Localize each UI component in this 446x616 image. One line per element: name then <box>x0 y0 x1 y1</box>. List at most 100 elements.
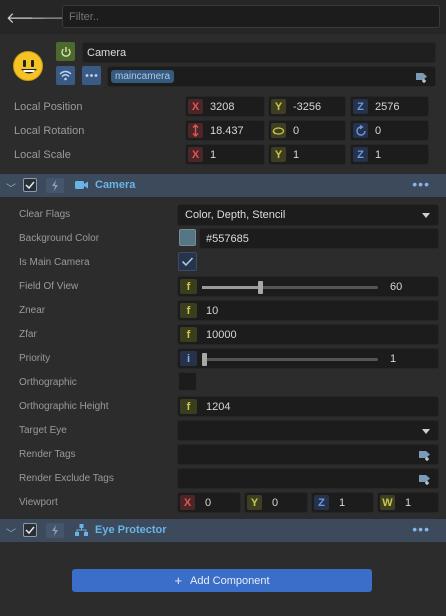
viewport-y-value: 0 <box>272 497 279 509</box>
render-tags-label: Render Tags <box>19 449 76 460</box>
camera-component-header[interactable]: ﹀ Camera ••• <box>0 174 446 197</box>
target-eye-label: Target Eye <box>19 425 67 436</box>
axis-w-badge: W <box>380 495 395 510</box>
axis-x-badge: X <box>188 147 203 162</box>
ortho-height-value: 1204 <box>206 401 231 413</box>
toolbar: 🡐 🡒 <box>0 0 446 34</box>
is-main-camera-checkbox[interactable] <box>178 252 197 271</box>
more-dots-icon <box>85 74 98 77</box>
fov-value: 60 <box>390 281 403 293</box>
scale-x-field[interactable]: X1 <box>185 144 265 165</box>
fov-slider-track[interactable] <box>202 281 378 294</box>
background-color-field[interactable]: #557685 <box>199 228 439 249</box>
camera-section-title: Camera <box>95 179 136 191</box>
camera-enabled-checkbox[interactable] <box>23 178 37 192</box>
float-badge: f <box>180 399 197 414</box>
znear-value: 10 <box>206 305 219 317</box>
chevron-down-icon[interactable]: ﹀ <box>6 180 16 195</box>
axis-z-badge: Z <box>353 147 368 162</box>
priority-label: Priority <box>19 353 51 364</box>
priority-value: 1 <box>390 353 397 365</box>
clear-flags-select[interactable]: Color, Depth, Stencil <box>177 204 439 226</box>
render-tags-field[interactable] <box>177 444 439 465</box>
more-options-icon[interactable]: ••• <box>412 176 430 192</box>
tag-add-icon[interactable] <box>418 472 432 485</box>
rotation-y-field[interactable]: 0 <box>268 120 346 141</box>
ortho-height-field[interactable]: f 1204 <box>177 396 439 417</box>
float-badge: f <box>180 327 197 342</box>
rotation-x-field[interactable]: 18.437 <box>185 120 265 141</box>
eye-protector-enabled-checkbox[interactable] <box>23 523 37 537</box>
rotation-y-value: 0 <box>293 125 300 137</box>
axis-y-badge: Y <box>271 99 286 114</box>
axis-z-badge: Z <box>353 99 368 114</box>
node-name-field[interactable]: Camera <box>82 42 436 63</box>
clear-flags-value: Color, Depth, Stencil <box>185 209 286 221</box>
layer-button[interactable] <box>56 66 75 85</box>
is-main-camera-label: Is Main Camera <box>19 257 90 268</box>
position-x-field[interactable]: X 3208 <box>185 96 265 117</box>
priority-slider-thumb[interactable] <box>202 353 207 366</box>
node-tags-field[interactable]: maincamera <box>107 66 436 87</box>
orthographic-checkbox[interactable] <box>178 372 197 391</box>
camera-icon <box>75 180 88 190</box>
fov-slider-thumb[interactable] <box>258 281 264 294</box>
int-badge: i <box>180 351 197 366</box>
render-exclude-tags-field[interactable] <box>177 468 439 489</box>
tag-add-icon[interactable] <box>418 448 432 461</box>
position-y-field[interactable]: Y -3256 <box>268 96 346 117</box>
rotate-x-icon <box>188 123 203 138</box>
more-options-icon[interactable]: ••• <box>412 521 430 537</box>
viewport-label: Viewport <box>19 497 58 508</box>
position-y-value: -3256 <box>293 101 322 113</box>
tags-button[interactable] <box>82 66 101 85</box>
viewport-x-field[interactable]: X0 <box>177 492 241 513</box>
axis-z-badge: Z <box>314 495 329 510</box>
eye-protector-component-header[interactable]: ﹀ Eye Protector ••• <box>0 519 446 542</box>
tag-chip[interactable]: maincamera <box>111 70 175 83</box>
plus-icon: + <box>174 573 183 588</box>
viewport-z-field[interactable]: Z1 <box>311 492 374 513</box>
add-component-button[interactable]: + Add Component <box>72 569 372 592</box>
viewport-w-value: 1 <box>405 497 412 509</box>
power-icon <box>60 46 71 57</box>
float-badge: f <box>180 303 197 318</box>
priority-slider-track[interactable] <box>202 353 378 366</box>
zfar-value: 10000 <box>206 329 237 341</box>
axis-y-badge: Y <box>271 147 286 162</box>
znear-label: Znear <box>19 305 46 316</box>
filter-input[interactable] <box>62 5 440 28</box>
node-name-value: Camera <box>87 47 127 59</box>
component-tree-icon <box>75 524 88 536</box>
script-bolt-icon <box>46 523 64 538</box>
zfar-field[interactable]: f 10000 <box>177 324 439 345</box>
viewport-z-value: 1 <box>339 497 346 509</box>
caret-down-icon <box>422 213 430 218</box>
priority-slider-field[interactable]: i 1 <box>177 348 439 369</box>
axis-y-badge: Y <box>247 495 262 510</box>
position-z-field[interactable]: Z 2576 <box>350 96 429 117</box>
rotate-y-icon <box>271 123 286 138</box>
rotation-z-value: 0 <box>375 125 382 137</box>
target-eye-select[interactable] <box>177 420 439 441</box>
znear-field[interactable]: f 10 <box>177 300 439 321</box>
viewport-x-value: 0 <box>205 497 212 509</box>
tag-add-icon[interactable] <box>415 70 429 83</box>
wifi-icon <box>59 70 72 81</box>
scale-z-field[interactable]: Z1 <box>350 144 429 165</box>
viewport-w-field[interactable]: W1 <box>377 492 439 513</box>
scale-y-value: 1 <box>293 149 300 161</box>
fov-slider-field[interactable]: f 60 <box>177 276 439 297</box>
local-scale-label: Local Scale <box>14 149 71 161</box>
chevron-down-icon[interactable]: ﹀ <box>6 525 16 540</box>
eye-protector-section-title: Eye Protector <box>95 524 167 536</box>
zfar-label: Zfar <box>19 329 37 340</box>
rotation-z-field[interactable]: 0 <box>350 120 429 141</box>
scale-y-field[interactable]: Y1 <box>268 144 346 165</box>
background-color-value: #557685 <box>206 233 249 245</box>
active-toggle-button[interactable] <box>56 42 75 61</box>
ortho-height-label: Orthographic Height <box>19 401 109 412</box>
viewport-y-field[interactable]: Y0 <box>244 492 308 513</box>
axis-x-badge: X <box>188 99 203 114</box>
background-color-swatch[interactable] <box>179 229 196 246</box>
